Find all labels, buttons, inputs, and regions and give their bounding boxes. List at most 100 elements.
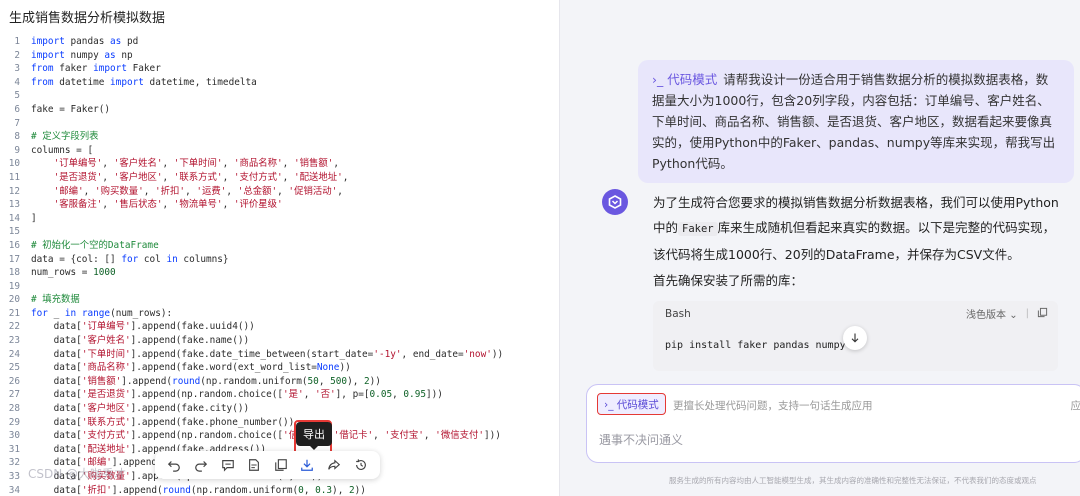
code-token: '是' xyxy=(283,389,304,401)
mode-extra-label[interactable]: 应 xyxy=(1071,398,1080,413)
code-line-text: data['联系方式'].append(fake.phone_number()) xyxy=(20,416,295,430)
line-number: 23 xyxy=(8,335,20,347)
code-token: ].append(fake.city()) xyxy=(130,403,250,415)
code-line: 8 # 定义字段列表 xyxy=(0,130,559,144)
code-token: '客户姓名' xyxy=(81,335,131,347)
copy-button[interactable] xyxy=(270,454,292,476)
code-token: '下单时间' xyxy=(173,158,223,170)
code-token: data[ xyxy=(31,403,82,415)
code-token: ].append(fake.date_time_between(start_da… xyxy=(130,348,374,360)
share-button[interactable] xyxy=(323,454,345,476)
code-token: )) xyxy=(339,362,351,374)
code-token: '支付方式' xyxy=(233,171,283,183)
line-number: 8 xyxy=(14,131,20,143)
line-number: 10 xyxy=(8,158,20,170)
code-token: data[ xyxy=(31,348,82,360)
code-token: import xyxy=(31,49,65,61)
redo-button[interactable] xyxy=(190,454,212,476)
scroll-down-button[interactable] xyxy=(843,326,867,350)
code-area[interactable]: 1 import pandas as pd 2 import numpy as np 3… xyxy=(0,35,559,496)
code-token: '借记卡' xyxy=(333,430,374,442)
watermark: CSDN @大咖秀才 xyxy=(28,467,127,481)
theme-select[interactable]: 浅色版本 ⌄ xyxy=(966,306,1018,321)
code-block-code: pip install faker pandas numpy xyxy=(665,340,846,351)
code-token: '折扣' xyxy=(81,484,112,496)
code-token: , xyxy=(303,389,315,401)
chat-panel: ›_ 代码模式 请帮我设计一份适合用于销售数据分析的模拟数据表格，数据量大小为10… xyxy=(561,0,1080,496)
code-line: 24 data['下单时间'].append(fake.date_time_be… xyxy=(0,348,559,362)
code-token: , xyxy=(102,199,114,211)
code-token: ].append( xyxy=(111,484,163,496)
code-token: '支付方式' xyxy=(81,430,131,442)
code-line-text: num_rows = 1000 xyxy=(20,266,116,280)
code-token: '客户地区' xyxy=(81,403,131,415)
code-token: in xyxy=(166,253,178,265)
code-line: 1 import pandas as pd xyxy=(0,35,559,49)
copy-icon xyxy=(274,459,287,471)
code-token: data = {col: [] xyxy=(31,253,122,265)
code-token: from xyxy=(31,63,54,75)
comment-button[interactable] xyxy=(217,454,239,476)
line-number: 28 xyxy=(8,403,20,415)
code-token: 0.3 xyxy=(315,484,333,496)
code-token: '联系方式' xyxy=(173,171,223,183)
code-token: num_rows = xyxy=(31,267,94,279)
code-token: , xyxy=(222,171,234,183)
code-token: , xyxy=(162,199,174,211)
code-line-text: data['是否退货'].append(np.random.choice(['是… xyxy=(20,388,443,402)
code-token: ].append( xyxy=(121,375,173,387)
chat-input[interactable] xyxy=(599,433,1069,447)
code-token: , xyxy=(392,389,404,401)
line-number: 11 xyxy=(8,171,20,183)
code-token: (np.random.uniform( xyxy=(190,484,299,496)
code-line-text: import numpy as np xyxy=(20,49,133,63)
line-number: 33 xyxy=(8,471,20,482)
code-token: data[ xyxy=(31,375,82,387)
comment-icon xyxy=(221,460,234,472)
code-line-text: '是否退货', '客户地区', '联系方式', '支付方式', '配送地址', xyxy=(20,171,349,185)
code-line-text: '订单编号', '客户姓名', '下单时间', '商品名称', '销售额', xyxy=(20,157,339,171)
copy-icon xyxy=(1037,307,1048,317)
code-token: , xyxy=(185,185,197,197)
export-button[interactable] xyxy=(296,454,318,476)
code-editor-panel: 生成销售数据分析模拟数据 1 import pandas as pd 2 import… xyxy=(0,0,560,496)
code-token: '配送地址' xyxy=(81,443,131,455)
code-line: 3 from faker import Faker xyxy=(0,62,559,76)
chat-input-box: ›_ 代码模式 更擅长处理代码问题，支持一句话生成应用 应 xyxy=(586,384,1080,463)
code-line: 18 num_rows = 1000 xyxy=(0,266,559,280)
history-button[interactable] xyxy=(350,454,372,476)
code-line-text: ] xyxy=(20,212,37,226)
code-token: ].append(np.random.choice([ xyxy=(130,430,284,442)
inline-code: Faker xyxy=(678,222,718,236)
code-line: 17 data = {col: [] for col in columns} xyxy=(0,253,559,267)
code-line: 7 xyxy=(0,117,559,131)
code-token: 1000 xyxy=(93,267,116,279)
code-token: '促销活动' xyxy=(288,185,338,197)
code-line-text: data['客户地区'].append(fake.city()) xyxy=(20,402,250,416)
line-number: 4 xyxy=(14,76,20,88)
code-line-text: data = {col: [] for col in columns} xyxy=(20,253,229,267)
code-token: # 填充数据 xyxy=(31,294,80,306)
copy-code-button[interactable] xyxy=(1037,307,1048,321)
code-line: 13 '客服备注', '售后状态', '物流单号', '评价星级' xyxy=(0,198,559,212)
code-token: data[ xyxy=(31,484,82,496)
line-number: 30 xyxy=(8,430,20,442)
code-mode-chip[interactable]: ›_ 代码模式 xyxy=(597,393,666,415)
code-line: 27 data['是否退货'].append(np.random.choice(… xyxy=(0,388,559,402)
code-token: pandas xyxy=(64,36,111,47)
document-button[interactable] xyxy=(243,454,265,476)
line-number: 22 xyxy=(8,321,20,333)
code-line: 21 for _ in range(num_rows): xyxy=(0,307,559,321)
divider: | xyxy=(1025,308,1029,319)
code-token: 0.95 xyxy=(403,389,426,401)
undo-button[interactable] xyxy=(163,454,185,476)
document-icon xyxy=(249,459,260,471)
code-line: 29 data['联系方式'].append(fake.phone_number… xyxy=(0,416,559,430)
document-title: 生成销售数据分析模拟数据 xyxy=(9,11,166,26)
code-token: '客户姓名' xyxy=(113,158,163,170)
